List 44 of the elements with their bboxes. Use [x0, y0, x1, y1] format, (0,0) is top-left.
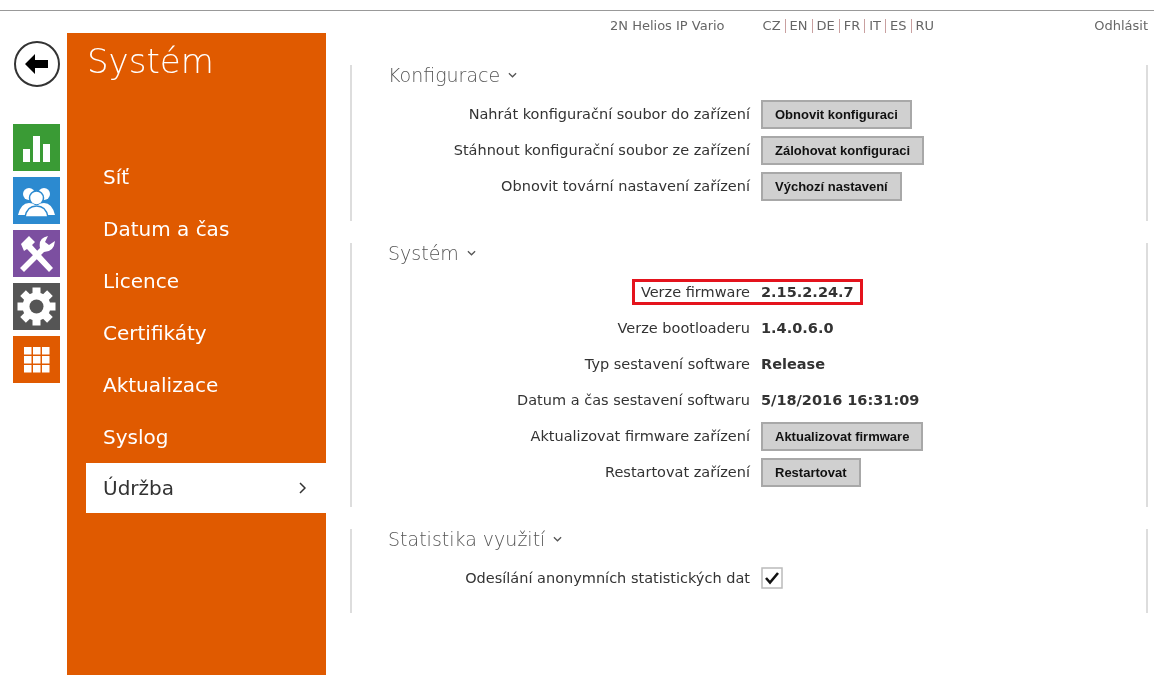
action-button[interactable]: Aktualizovat firmware: [761, 421, 924, 451]
field-label: Nahrát konfigurační soubor do zařízení: [467, 106, 750, 122]
field-label: Restartovat zařízení: [604, 464, 750, 480]
language-link[interactable]: ES: [885, 19, 911, 33]
action-button[interactable]: Obnovit konfiguraci: [761, 99, 912, 129]
field-label: Typ sestavení software: [583, 356, 750, 372]
language-link[interactable]: FR: [838, 19, 865, 33]
sidebar-item[interactable]: Aktualizace: [67, 359, 326, 411]
section-header[interactable]: Statistika využití: [352, 529, 1146, 549]
sidebar-item[interactable]: Certifikáty: [67, 307, 326, 359]
sidebar-item[interactable]: Licence: [67, 255, 326, 307]
logout-link[interactable]: Odhlásit: [1094, 18, 1148, 33]
field-value: Release: [761, 356, 826, 372]
chevron-icon: [298, 482, 306, 494]
sidebar-item[interactable]: Údržba: [86, 463, 326, 513]
device-name: 2N Helios IP Vario: [610, 18, 725, 33]
caret-icon: [553, 536, 563, 542]
field-label: Obnovit tovární nastavení zařízení: [500, 178, 750, 194]
action-button[interactable]: Restartovat: [761, 457, 861, 487]
field-label: Stáhnout konfigurační soubor ze zařízení: [452, 142, 750, 158]
checkbox[interactable]: [761, 567, 783, 589]
field-label: Odesílání anonymních statistických dat: [464, 570, 750, 586]
sidebar-item[interactable]: Síť: [67, 151, 326, 203]
action-button[interactable]: Výchozí nastavení: [761, 171, 902, 201]
sidebar-item[interactable]: Datum a čas: [67, 203, 326, 255]
section-header[interactable]: Systém: [352, 243, 1146, 263]
language-link[interactable]: RU: [910, 19, 939, 33]
section-header[interactable]: Konfigurace: [352, 65, 1146, 85]
caret-icon: [466, 250, 476, 256]
field-label: Verze bootloaderu: [616, 320, 750, 336]
field-value: 1.4.0.6.0: [761, 320, 834, 336]
caret-icon: [508, 72, 518, 78]
field-value: 5/18/2016 16:31:09: [761, 392, 920, 408]
field-label: Datum a čas sestavení softwaru: [516, 392, 750, 408]
field-label: Verze firmware: [631, 279, 756, 305]
sidebar-item[interactable]: Syslog: [67, 411, 326, 463]
language-link[interactable]: EN: [784, 19, 812, 33]
field-value: 2.15.2.24.7: [756, 279, 863, 305]
field-label: Aktualizovat firmware zařízení: [529, 428, 750, 444]
sidebar-title: Systém: [86, 40, 215, 83]
language-link[interactable]: CZ: [758, 19, 785, 33]
language-link[interactable]: DE: [811, 19, 839, 33]
language-link[interactable]: IT: [864, 19, 886, 33]
action-button[interactable]: Zálohovat konfiguraci: [761, 135, 925, 165]
